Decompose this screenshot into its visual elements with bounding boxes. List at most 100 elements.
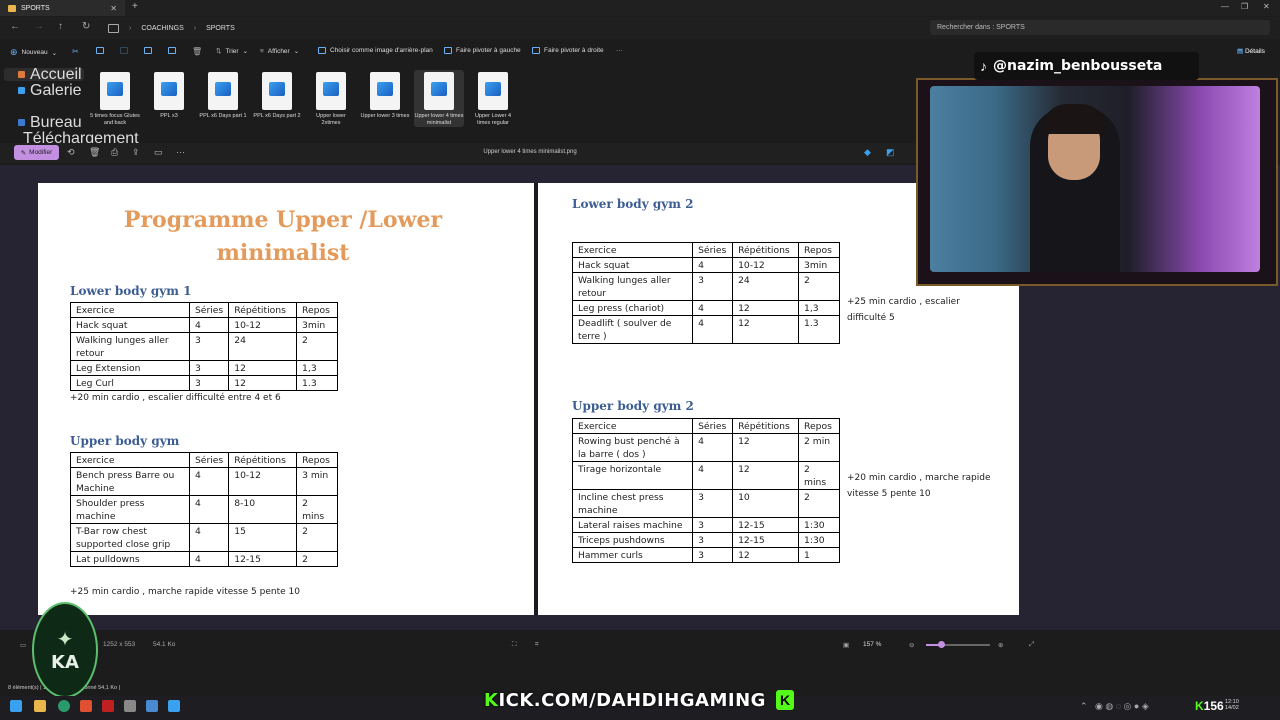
photos-icon[interactable]	[168, 700, 180, 712]
zoom-in-icon[interactable]: ⊕	[998, 641, 1003, 649]
designer-icon[interactable]: ◩	[886, 147, 895, 158]
table-header-row: Exercice Séries Répétitions Repos	[70, 452, 338, 468]
file-item[interactable]: PPL x6 Days part 2	[252, 70, 302, 120]
section-title-lower-2: Lower body gym 2	[572, 197, 694, 211]
print-icon[interactable]: ⎙	[111, 147, 118, 158]
file-item[interactable]: Upper lower 3 times	[360, 70, 410, 120]
edit-icon: ✎	[20, 149, 27, 157]
delete-icon[interactable]: 🗑	[89, 147, 100, 158]
more-button[interactable]: ···	[616, 47, 623, 54]
filmstrip-icon[interactable]: ▭	[20, 641, 26, 649]
edit-button[interactable]: ✎ Modifier	[14, 145, 59, 160]
browser-icon[interactable]	[58, 700, 70, 712]
image-file-icon	[478, 72, 508, 110]
brave-icon[interactable]	[80, 700, 92, 712]
title-bar	[0, 0, 1280, 16]
nav-desktop[interactable]: Bureau	[4, 114, 84, 131]
minimize-button[interactable]: —	[1221, 2, 1229, 11]
crumb-sports[interactable]: SPORTS	[206, 25, 235, 32]
image-dimensions: 1252 x 553	[103, 641, 136, 648]
streamer-hair	[1042, 104, 1106, 134]
gallery-icon	[18, 87, 25, 94]
home-icon	[18, 71, 25, 78]
table-lower-1: Exercice Séries Répétitions Repos Hack squa…	[70, 302, 338, 391]
zoom-out-icon[interactable]: ⊖	[909, 641, 914, 649]
copy-icon[interactable]	[96, 47, 104, 54]
table-row: Walking lunges aller retour 3 24 2	[571, 272, 840, 301]
image-file-icon	[262, 72, 292, 110]
close-tab-icon[interactable]: ✕	[110, 4, 117, 13]
details-icon: ▤	[1237, 48, 1245, 55]
cut-icon[interactable]: ✂	[72, 47, 79, 56]
refresh-icon[interactable]: ↻	[82, 21, 90, 32]
section-title-lower-1: Lower body gym 1	[70, 284, 192, 298]
up-icon[interactable]: ↑	[58, 21, 63, 32]
forward-icon[interactable]: →	[34, 21, 44, 32]
table-row: Lateral raises machine 3 12-15 1:30	[571, 517, 840, 533]
nav-home[interactable]: Accueil	[4, 66, 84, 83]
crumb-coachings[interactable]: COACHINGS	[141, 25, 183, 32]
maximize-button[interactable]: ❐	[1241, 2, 1248, 11]
fit-window-icon[interactable]: ▣	[843, 641, 849, 649]
table-upper-2: Exercice Séries Répétitions Repos Rowing bu…	[571, 418, 840, 563]
close-window-button[interactable]: ✕	[1263, 2, 1270, 11]
image-size: 54.1 Ko	[153, 641, 176, 648]
set-background-button[interactable]: Choisir comme image d'arrière-plan	[318, 47, 433, 54]
copilot-icon[interactable]: ◆	[864, 147, 871, 158]
rotate-icon[interactable]: ⟲	[67, 147, 75, 158]
view-button[interactable]: ≡ Afficher ⌄	[260, 47, 299, 56]
rename-icon[interactable]	[144, 47, 152, 54]
table-row: Bench press Barre ou Machine 4 10-12 3 min	[70, 467, 338, 496]
zoom-slider-handle[interactable]	[938, 641, 945, 648]
app-icon[interactable]	[102, 700, 114, 712]
file-item[interactable]: Upper lower 2xtimes	[306, 70, 356, 127]
more-icon[interactable]: ···	[176, 147, 185, 157]
search-input[interactable]: Rechercher dans : SPORTS	[930, 20, 1270, 35]
start-icon[interactable]	[10, 700, 22, 712]
tray-chevron-icon[interactable]: ⌃	[1080, 701, 1088, 712]
tray-icons[interactable]: ◉ ◍ ◌ ◎ ● ◈	[1095, 701, 1149, 712]
file-item[interactable]: Upper Lower 4 times regular	[468, 70, 518, 127]
rotate-left-button[interactable]: Faire pivoter à gauche	[444, 47, 521, 54]
table-header-row: Exercice Séries Répétitions Repos	[571, 242, 840, 258]
new-button[interactable]: ⊕ Nouveau ⌄	[10, 47, 57, 58]
image-file-icon	[100, 72, 130, 110]
tab-label: SPORTS	[21, 4, 50, 12]
back-icon[interactable]: ←	[10, 21, 20, 32]
viewer-file-name: Upper lower 4 times minimalist.png	[483, 149, 577, 155]
paste-icon[interactable]	[120, 47, 128, 54]
table-row: Hammer curls 3 12 1	[571, 547, 840, 563]
clock: 12:10 14/02	[1225, 699, 1239, 711]
explorer-icon[interactable]	[34, 700, 46, 712]
streamer-logo: ✦ KA	[32, 602, 98, 698]
app-icon[interactable]	[124, 700, 136, 712]
share-icon[interactable]: ⇪	[132, 147, 140, 158]
nav-gallery[interactable]: Galerie	[4, 82, 84, 99]
phoenix-icon: ✦	[56, 629, 74, 651]
program-title: Programme Upper /Lower minimalist	[123, 207, 443, 266]
file-item[interactable]: 5 times focus Glutes and back	[90, 70, 140, 127]
tab-sports[interactable]: SPORTS ✕	[0, 0, 125, 16]
file-item-selected[interactable]: Upper lower 4 times minimalist	[414, 70, 464, 127]
plus-icon: ⊕	[10, 47, 18, 57]
desktop-icon	[18, 119, 25, 126]
share-icon[interactable]	[168, 47, 176, 54]
file-item[interactable]: PPL x3	[144, 70, 194, 120]
breadcrumb[interactable]: › COACHINGS › SPORTS	[108, 21, 920, 35]
sort-button[interactable]: ⇅ Trier ⌄	[216, 47, 248, 56]
image-file-icon	[424, 72, 454, 110]
zoom-level[interactable]: 157 %	[863, 641, 881, 648]
fullscreen-icon[interactable]: ⤢	[1029, 641, 1034, 649]
crop-icon[interactable]: ⌗	[535, 641, 539, 649]
kick-logo-badge: K	[776, 690, 794, 710]
slideshow-icon[interactable]: ▭	[154, 147, 163, 158]
rotate-right-button[interactable]: Faire pivoter à droite	[532, 47, 604, 54]
fit-icon[interactable]: ⛶	[512, 641, 517, 649]
new-tab-button[interactable]: +	[132, 1, 138, 12]
delete-icon[interactable]: 🗑	[192, 47, 202, 56]
app-icon[interactable]	[146, 700, 158, 712]
image-file-icon	[154, 72, 184, 110]
file-item[interactable]: PPL x6 Days part 1	[198, 70, 248, 120]
table-row: Tirage horizontale 4 12 2 mins	[571, 461, 840, 490]
details-button[interactable]: ▤ Détails	[1237, 47, 1265, 55]
